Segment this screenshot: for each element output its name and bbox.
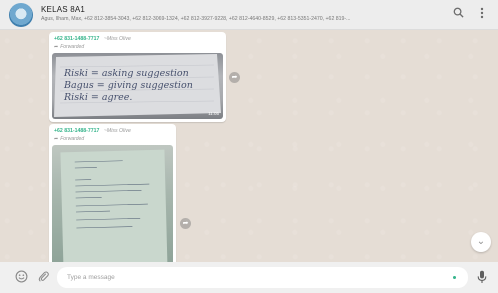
message-bubble[interactable]: +62 831-1488-7717 ~Miss Olive ➦ Forwarded… [49,32,226,122]
photo-text-line: Bagus = giving suggestion [63,80,193,91]
notebook-page [60,149,168,262]
microphone-icon[interactable] [475,270,489,284]
chevron-down-icon: ⌄ [476,236,486,247]
sender-phone[interactable]: +62 831-1488-7717 [54,36,99,42]
scroll-down-button[interactable]: ⌄ [471,232,491,252]
sender-name: ~Miss Olive [103,128,131,134]
emoji-icon[interactable] [14,270,28,284]
message-time: 11:05 [208,111,219,116]
sender-line: +62 831-1488-7717 ~Miss Olive [54,36,131,42]
forwarded-text: Forwarded [60,136,85,142]
group-avatar[interactable] [9,3,33,27]
sender-line: +62 831-1488-7717 ~Miss Olive [54,128,131,134]
forwarded-label: ➦ Forwarded [54,44,84,50]
forwarded-text: Forwarded [60,44,85,50]
group-members[interactable]: Agus, Ilham, Max, +62 812-3854-3043, +62… [41,16,439,22]
forward-arrow-icon: ➦ [54,44,59,50]
status-dot [453,276,456,279]
forwarded-label: ➦ Forwarded [54,136,84,142]
message-list[interactable]: +62 831-1488-7717 ~Miss Olive ➦ Forwarded… [0,30,498,262]
photo-text-line: Riski = asking suggestion [63,68,189,79]
paperclip-icon[interactable] [36,270,50,284]
forward-arrow-icon: ➦ [54,136,59,142]
composer-bar [0,262,498,293]
photo-attachment[interactable] [52,145,173,262]
chat-header: KELAS 8A1 Agus, Ilham, Max, +62 812-3854… [0,0,498,30]
photo-text-line: Riski = agree. [63,92,132,103]
group-name[interactable]: KELAS 8A1 [41,5,85,14]
message-input[interactable] [57,267,468,288]
message-bubble[interactable]: +62 831-1488-7717 ~Miss Olive ➦ Forwarded [49,124,176,262]
search-icon[interactable] [451,7,465,21]
forward-button[interactable]: ➦ [180,218,191,229]
sender-phone[interactable]: +62 831-1488-7717 [54,128,99,134]
photo-attachment[interactable]: Riski = asking suggestion Bagus = giving… [52,53,223,119]
sender-name: ~Miss Olive [103,36,131,42]
forward-button[interactable]: ➦ [229,72,240,83]
kebab-menu-icon[interactable] [475,7,489,21]
